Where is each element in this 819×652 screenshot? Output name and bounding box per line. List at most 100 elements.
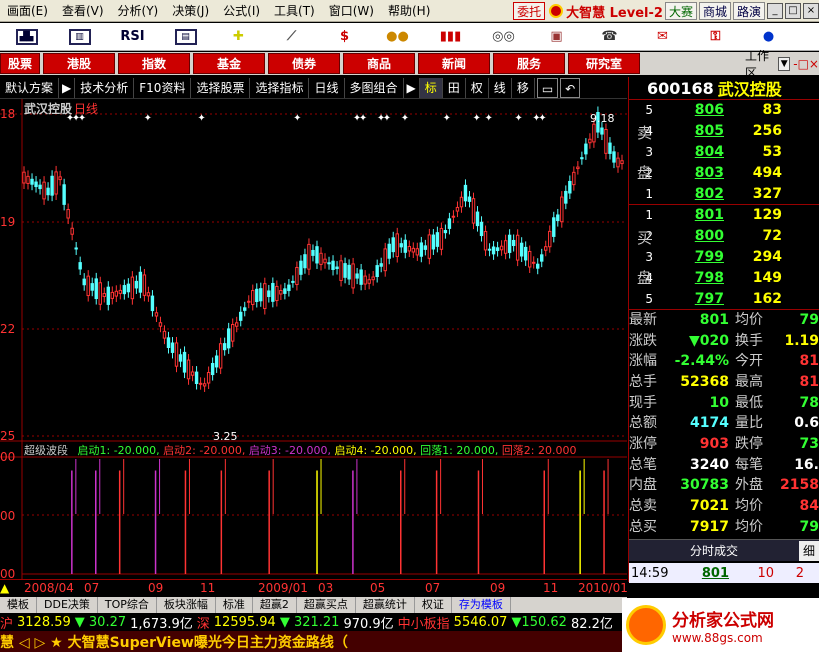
news-scroll[interactable]: 慧 ◁ ▷ ★ 大智慧SuperView曝光今日主力资金路线（ — [0, 631, 627, 652]
tab-save-template[interactable]: 存为模板 — [452, 597, 511, 613]
chart-stock-name: 武汉控股 — [24, 102, 73, 116]
menu-formula[interactable]: 公式(I) — [216, 0, 267, 22]
monitor-icon[interactable]: ▤ — [159, 23, 212, 51]
menu-decision[interactable]: 决策(J) — [165, 0, 216, 22]
rsi-button[interactable]: RSI — [106, 23, 159, 51]
lock-icon[interactable]: ⚿ — [689, 23, 742, 51]
signal-marker: ✦ — [197, 113, 205, 124]
signal-marker: ✦ — [538, 113, 546, 124]
mark-button[interactable]: 标 — [419, 77, 443, 98]
tick-header-label[interactable]: 分时成交 — [629, 542, 799, 559]
date-axis-arrow-icon[interactable]: ▲ — [0, 581, 9, 595]
multi-chart-tab[interactable]: 多图组合 — [345, 77, 404, 98]
tab-chaoying-buy[interactable]: 超赢买点 — [297, 597, 356, 613]
bars-icon[interactable]: ▮▮▮ — [424, 23, 477, 51]
ask-row[interactable]: 5 806 83 — [629, 100, 819, 121]
bid-row[interactable]: 3 799 294 — [629, 247, 819, 268]
back-icon[interactable]: ↶ — [560, 77, 581, 98]
bid-row[interactable]: 1 801 129 — [629, 205, 819, 226]
ask-price[interactable]: 803 — [659, 165, 724, 181]
move-icon[interactable]: ✚ — [212, 23, 265, 51]
nav-stocks[interactable]: 股票 — [0, 53, 40, 74]
ask-price[interactable]: 802 — [659, 186, 724, 202]
nav-bond[interactable]: 债券 — [268, 53, 340, 74]
nav-index[interactable]: 指数 — [118, 53, 190, 74]
tab-standard[interactable]: 标准 — [216, 597, 253, 613]
window-controls-icon[interactable]: -□× — [793, 57, 819, 71]
nav-news[interactable]: 新闻 — [418, 53, 490, 74]
select-stock-tab[interactable]: 选择股票 — [191, 77, 251, 98]
scheme-arrow-icon[interactable]: ▶ — [59, 77, 76, 98]
dollar-icon[interactable]: $ — [318, 23, 371, 51]
bid-price[interactable]: 797 — [659, 291, 724, 307]
chart-icon[interactable]: ▥ — [53, 23, 106, 51]
ask-price[interactable]: 805 — [659, 123, 724, 139]
chevron-down-icon[interactable]: ▼ — [778, 56, 791, 71]
nav-service[interactable]: 服务 — [493, 53, 565, 74]
ask-row[interactable]: 4 805 256 — [629, 121, 819, 142]
bid-row[interactable]: 5 797 162 — [629, 288, 819, 309]
bid-price[interactable]: 801 — [659, 207, 724, 223]
tab-dde[interactable]: DDE决策 — [37, 597, 98, 613]
stat-value: 79 — [799, 311, 819, 328]
scheme-select[interactable]: 默认方案 — [0, 77, 60, 98]
ask-price[interactable]: 806 — [659, 102, 724, 118]
delegate-button[interactable]: 委托 — [513, 2, 546, 20]
mall-button[interactable]: 商城 — [698, 2, 731, 20]
menu-window[interactable]: 窗口(W) — [322, 0, 381, 22]
nav-research[interactable]: 研究室 — [568, 53, 640, 74]
tab-chaoying2[interactable]: 超赢2 — [253, 597, 297, 613]
roadshow-button[interactable]: 路演 — [732, 2, 765, 20]
menu-view[interactable]: 查看(V) — [55, 0, 111, 22]
candle-body — [475, 211, 480, 227]
phone-icon[interactable]: ☎ — [583, 23, 636, 51]
kline-icon[interactable]: ▟▙ — [0, 23, 53, 51]
maximize-icon[interactable]: □ — [785, 3, 801, 19]
menu-help[interactable]: 帮助(H) — [381, 0, 437, 22]
ruler-icon[interactable]: ⟋ — [265, 23, 318, 51]
nav-hk[interactable]: 港股 — [43, 53, 115, 74]
nav-fund[interactable]: 基金 — [193, 53, 265, 74]
close-icon[interactable]: × — [803, 3, 819, 19]
tick-price[interactable]: 801 — [679, 566, 729, 581]
menu-analysis[interactable]: 分析(Y) — [111, 0, 166, 22]
window-icon[interactable]: ▭ — [536, 77, 559, 98]
tech-analysis-tab[interactable]: 技术分析 — [75, 77, 135, 98]
sub-label-2: 00 — [0, 509, 16, 523]
f10-tab[interactable]: F10资料 — [134, 77, 192, 98]
period-select[interactable]: 日线 — [309, 77, 345, 98]
workarea-selector[interactable]: 工作区 ▼ -□× — [745, 49, 819, 80]
tab-sector[interactable]: 板块涨幅 — [157, 597, 216, 613]
bid-price[interactable]: 798 — [659, 270, 724, 286]
contest-button[interactable]: 大赛 — [664, 2, 697, 20]
bid-price[interactable]: 799 — [659, 249, 724, 265]
ask-row[interactable]: 3 804 53 — [629, 142, 819, 163]
minimize-icon[interactable]: _ — [767, 3, 783, 19]
rights-button[interactable]: 权 — [466, 77, 489, 98]
move-button[interactable]: 移 — [512, 77, 535, 98]
bid-price[interactable]: 800 — [659, 228, 724, 244]
traffic-light-icon[interactable]: ●● — [371, 23, 424, 51]
kline-chart[interactable]: ✦ ✦ ✦ ✦ ✦ ✦ ✦ ✦ ✦ ✦ ✦ ✦ ✦ ✦ ✦ ✦ ✦ 武汉控股 日线 18 19 22 25 00 … — [0, 99, 627, 581]
tab-warrant[interactable]: 权证 — [415, 597, 452, 613]
ticker-item: ▼ 321.21 — [279, 614, 340, 630]
grid-icon[interactable]: 田 — [443, 77, 466, 98]
menu-screen[interactable]: 画面(E) — [0, 0, 55, 22]
bid-row[interactable]: 2 800 72 — [629, 226, 819, 247]
tab-top[interactable]: TOP综合 — [98, 597, 157, 613]
menu-tools[interactable]: 工具(T) — [267, 0, 322, 22]
tab-template[interactable]: 模板 — [0, 597, 37, 613]
bid-row[interactable]: 4 798 149 — [629, 267, 819, 288]
ask-row[interactable]: 2 803 494 — [629, 162, 819, 183]
binoculars-icon[interactable]: ◎◎ — [477, 23, 530, 51]
ask-row[interactable]: 1 802 327 — [629, 183, 819, 204]
nav-commodity[interactable]: 商品 — [343, 53, 415, 74]
ask-price[interactable]: 804 — [659, 144, 724, 160]
tick-detail-button[interactable]: 细 — [799, 540, 819, 561]
select-indicator-tab[interactable]: 选择指标 — [250, 77, 310, 98]
tab-chaoying-stats[interactable]: 超赢统计 — [356, 597, 415, 613]
play-icon[interactable]: ▶ — [404, 77, 420, 98]
book-icon[interactable]: ▣ — [530, 23, 583, 51]
mail-icon[interactable]: ✉ — [636, 23, 689, 51]
line-button[interactable]: 线 — [489, 77, 512, 98]
